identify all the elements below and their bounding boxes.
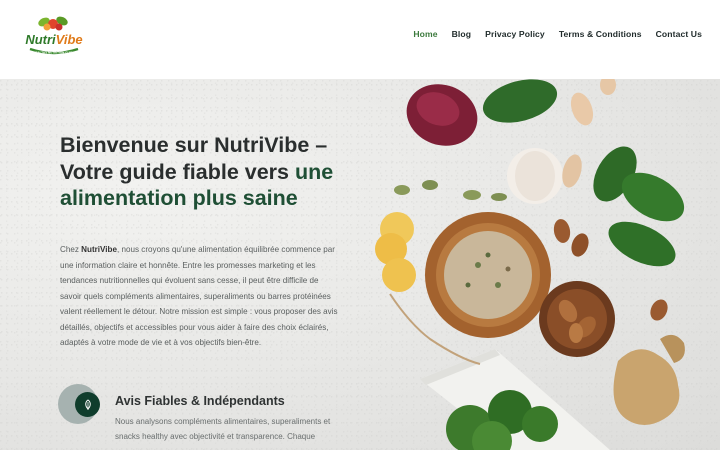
logo-wordmark: NutriVibe (25, 32, 82, 47)
nutrivibe-logo[interactable]: NutriVibe HEALTHY NUTRITION GUIDE (22, 13, 86, 61)
hero-title: Bienvenue sur NutriVibe – Votre guide fi… (60, 132, 360, 212)
hero-intro: Chez NutriVibe, nous croyons qu'une alim… (60, 242, 338, 351)
intro-text: , nous croyons qu'une alimentation équil… (60, 245, 338, 347)
site-header: NutriVibe HEALTHY NUTRITION GUIDE Home B… (0, 0, 720, 79)
hero-section: Bienvenue sur NutriVibe – Votre guide fi… (0, 79, 720, 450)
hero-title-main: Bienvenue sur NutriVibe – Votre guide fi… (60, 133, 328, 184)
nav-home[interactable]: Home (413, 28, 437, 40)
intro-prefix: Chez (60, 245, 82, 254)
leaf-icon (75, 392, 100, 417)
feature-title: Avis Fiables & Indépendants (115, 394, 285, 408)
feature-text: Nous analysons compléments alimentaires,… (115, 417, 331, 441)
nav-blog[interactable]: Blog (452, 28, 472, 40)
hero-food-image (360, 79, 720, 450)
intro-brand: NutriVibe (81, 245, 117, 254)
nav-privacy-policy[interactable]: Privacy Policy (485, 28, 545, 40)
nav-terms-conditions[interactable]: Terms & Conditions (559, 28, 642, 40)
main-nav: Home Blog Privacy Policy Terms & Conditi… (399, 28, 702, 40)
logo-tagline: HEALTHY NUTRITION GUIDE (33, 51, 74, 55)
nav-contact-us[interactable]: Contact Us (656, 28, 702, 40)
